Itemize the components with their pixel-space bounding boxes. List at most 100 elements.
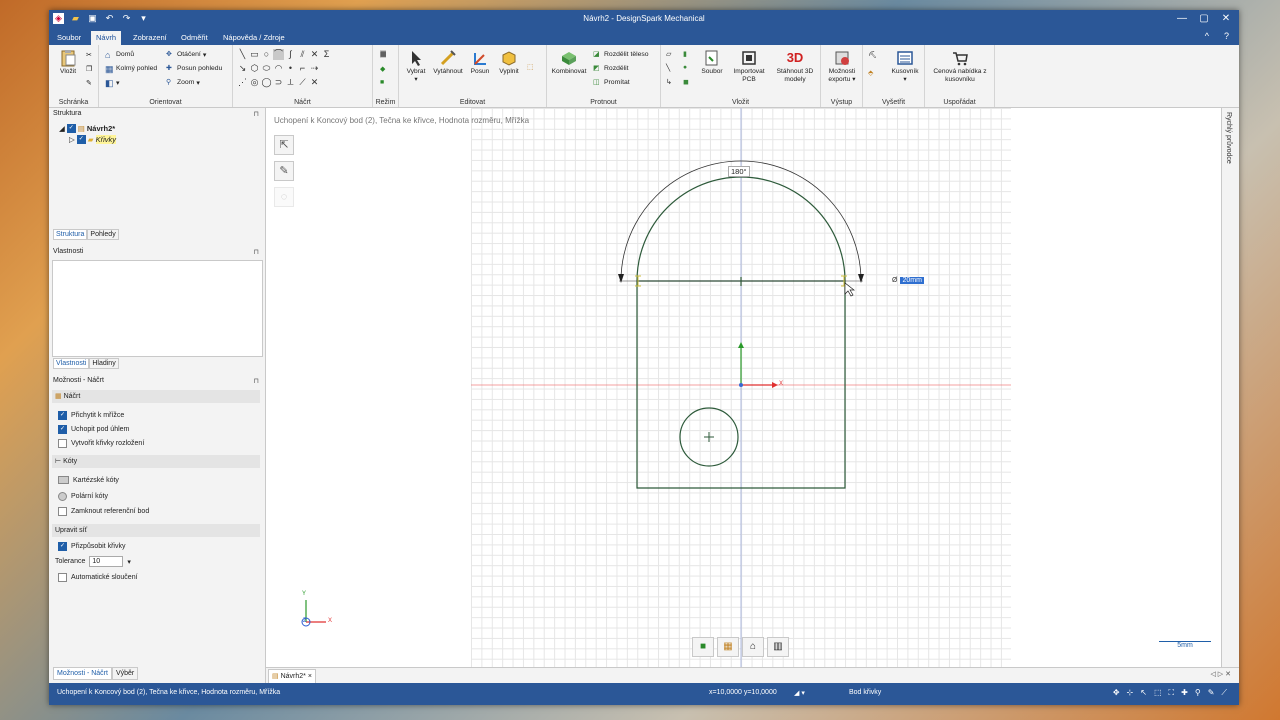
pin-icon[interactable]: ⊓ (254, 110, 259, 118)
tab-display[interactable]: Zobrazení (128, 31, 172, 45)
solid-view-icon[interactable]: ■ (692, 637, 714, 657)
import-pcb-button[interactable]: Importovat PCB (729, 49, 769, 83)
tab-file[interactable]: Soubor (52, 31, 86, 45)
ellipse-tool-icon[interactable]: ⬭ (261, 63, 272, 74)
fit-curves-checkbox[interactable]: ✓ (58, 542, 67, 551)
tree-item-curves[interactable]: ▷ ✓ ▰ Křivky (59, 134, 116, 145)
tree-root[interactable]: ◢ ✓ ▤ Návrh2* (59, 123, 116, 134)
construction-line-icon[interactable]: ⋰ (237, 77, 248, 88)
auto-merge-checkbox[interactable] (58, 573, 67, 582)
copy-icon[interactable]: ❐ (86, 65, 92, 73)
split-curve-icon[interactable]: ✕ (309, 77, 320, 88)
normal-view-button[interactable]: ▦ Kolmý pohled (105, 64, 157, 74)
bend-tool-icon[interactable]: ⟋ (297, 77, 308, 88)
auto-merge-option[interactable]: Automatické sloučení (58, 573, 138, 582)
download-3d-button[interactable]: 3D Stáhnout 3D modely (771, 49, 819, 83)
oval-tool-icon[interactable]: ◎ (249, 77, 260, 88)
select-button[interactable]: Vybrat ▾ (403, 49, 429, 83)
options-pin-icon[interactable]: ⊓ (254, 377, 259, 385)
pan-button[interactable]: ✚ Posun pohledu (166, 64, 222, 73)
sweep-arc-icon[interactable]: ⊃ (273, 77, 284, 88)
tab-selection[interactable]: Výběr (111, 667, 139, 680)
cylinder-icon[interactable]: ▮ (683, 50, 687, 58)
status-select-icon[interactable]: ↖ (1140, 688, 1147, 698)
plane-icon[interactable]: ▱ (666, 50, 671, 58)
section-dimensions[interactable]: ⊢ Kóty (52, 455, 260, 468)
sketch-plane-icon[interactable]: ⌂ (742, 637, 764, 657)
sketch-mode-icon[interactable]: ▦ (380, 50, 387, 58)
snap-grid-option[interactable]: ✓ Přichytit k mřížce (58, 411, 124, 420)
format-painter-icon[interactable]: ✎ (86, 79, 92, 87)
spline-tool-icon[interactable]: ∫ (285, 49, 296, 60)
minimize-button[interactable]: — (1171, 13, 1193, 24)
polar-dims-option[interactable]: Polární kóty (58, 492, 108, 501)
snap-angle-option[interactable]: ✓ Uchopit pod úhlem (58, 425, 129, 434)
properties-pin-icon[interactable]: ⊓ (254, 248, 259, 256)
tab-structure[interactable]: Struktura (53, 229, 88, 240)
document-tab[interactable]: ▤ Návrh2* × (268, 669, 316, 684)
root-checkbox[interactable]: ✓ (66, 124, 76, 133)
quote-button[interactable]: Cenová nabídka z kusovníku (927, 49, 993, 83)
offset-tool-icon[interactable]: ⫽ (297, 49, 308, 60)
fillet-tool-icon[interactable]: ⌐ (297, 63, 308, 74)
split-body-button[interactable]: ◪ Rozdělit těleso (593, 50, 649, 59)
ruler-icon[interactable]: ▥ (767, 637, 789, 657)
snap-grid-checkbox[interactable]: ✓ (58, 411, 67, 420)
tab-design[interactable]: Návrh (91, 31, 122, 45)
extend-tool-icon[interactable]: ⇢ (309, 63, 320, 74)
check-tool-icon[interactable]: ⛏ (868, 51, 877, 59)
tab-scroll-icons[interactable]: ◁ ▷ ✕ (1210, 670, 1231, 678)
view-cube-button[interactable]: ◧ ▾ (105, 78, 119, 88)
coord-dropdown-icon[interactable]: ◢ ▾ (794, 689, 805, 697)
paste-button[interactable]: Vložit (53, 49, 83, 76)
origin-icon[interactable]: ↳ (666, 78, 672, 86)
quick-guide-tab[interactable]: Rychlý průvodce (1225, 112, 1232, 164)
section-sketch[interactable]: ▦ Náčrt (52, 390, 260, 403)
tab-layers[interactable]: Hladiny (89, 358, 119, 369)
cartesian-dims-option[interactable]: Kartézské kóty (58, 476, 119, 484)
insert-file-button[interactable]: Soubor (699, 49, 725, 76)
arc3-tool-icon[interactable]: ◠ (273, 63, 284, 74)
mirror-tool-icon[interactable]: ⟂ (285, 77, 296, 88)
sketch-view-icon[interactable]: ▦ (717, 637, 739, 657)
rectangle-tool-icon[interactable]: ▭ (249, 49, 260, 60)
home-button[interactable]: ⌂ Domů (105, 50, 134, 60)
rotate-button[interactable]: ✥ Otáčení ▾ (166, 50, 206, 59)
tab-properties[interactable]: Vlastnosti (53, 358, 90, 369)
status-pencil-icon[interactable]: ✎ (1208, 688, 1215, 698)
combine-button[interactable]: Kombinovat (549, 49, 589, 76)
lock-ref-option[interactable]: Zamknout referenční bod (58, 507, 149, 516)
status-box-select-icon[interactable]: ⬚ (1154, 688, 1162, 698)
check-tool2-icon[interactable]: ⬘ (868, 69, 873, 77)
status-rotate-icon[interactable]: ✥ (1113, 688, 1120, 698)
trim-tool-icon[interactable]: ✕ (309, 49, 320, 60)
collapse-icon[interactable]: ◢ (59, 124, 65, 133)
expand-icon[interactable]: ▷ (69, 135, 75, 144)
snap-angle-checkbox[interactable]: ✓ (58, 425, 67, 434)
layout-curves-option[interactable]: Vytvořit křivky rozložení (58, 439, 144, 448)
zoom-button[interactable]: ⚲ Zoom ▾ (166, 78, 200, 87)
fit-curves-option[interactable]: ✓ Přizpůsobit křivky (58, 542, 125, 551)
move-button[interactable]: Posun (467, 49, 493, 76)
status-snap-icon[interactable]: ⊹ (1127, 688, 1134, 698)
status-hide-icon[interactable]: ⟋ (1221, 688, 1227, 698)
collapse-ribbon-icon[interactable]: ^ (1205, 31, 1209, 41)
angle-dimension-label[interactable]: 180° (728, 166, 750, 177)
help-icon[interactable]: ? (1224, 31, 1229, 41)
section-mode-icon[interactable]: ◆ (380, 65, 385, 73)
pull-button[interactable]: Vytáhnout (431, 49, 465, 76)
maximize-button[interactable]: ▢ (1193, 13, 1215, 24)
tolerance-input[interactable]: 10 (89, 556, 124, 567)
edit-extra-icon[interactable]: ⬚ (527, 63, 533, 71)
tolerance-dropdown-icon[interactable]: ▾ (127, 558, 131, 566)
sum-tool-icon[interactable]: Σ (321, 49, 332, 60)
diameter-value[interactable]: 20mm (900, 277, 924, 284)
tab-views[interactable]: Pohledy (87, 229, 119, 240)
close-button[interactable]: ✕ (1215, 13, 1237, 24)
design-canvas[interactable]: Uchopení k Koncový bod (2), Tečna ke kři… (266, 108, 1239, 667)
status-filter-icon[interactable]: ⛶ (1169, 688, 1175, 698)
bom-button[interactable]: Kusovník ▾ (887, 49, 923, 83)
section-edit-grid[interactable]: Upravit síť (52, 524, 260, 537)
export-options-button[interactable]: Možnosti exportu ▾ (823, 49, 861, 83)
line-tool-icon[interactable]: ╲ (237, 49, 248, 60)
